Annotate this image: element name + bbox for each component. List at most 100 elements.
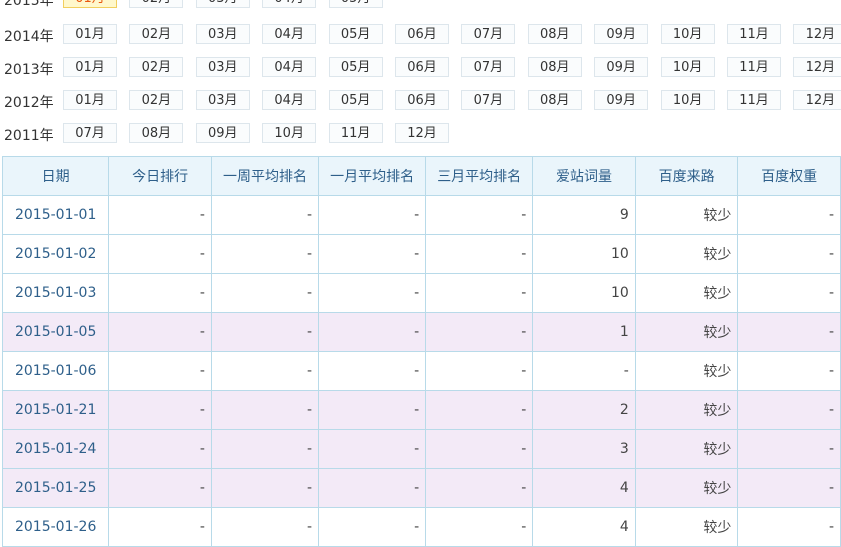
date-link[interactable]: 2015-01-02: [1, 234, 110, 274]
month-link[interactable]: 04月: [262, 57, 317, 77]
month-link[interactable]: 11月: [727, 24, 781, 44]
month-link[interactable]: 06月: [395, 57, 449, 77]
month-link[interactable]: 12月: [793, 90, 841, 110]
month-link[interactable]: 04月: [262, 0, 317, 8]
month-link[interactable]: 08月: [527, 24, 582, 44]
table-cell: -: [108, 351, 212, 391]
month-link[interactable]: 10月: [262, 123, 317, 143]
date-link[interactable]: 2015-01-03: [1, 273, 110, 313]
table-cell: -: [108, 312, 212, 352]
table-cell: -: [318, 351, 427, 391]
table-cell: -: [108, 507, 212, 547]
column-header[interactable]: 爱站词量: [532, 156, 636, 196]
month-link[interactable]: 05月: [328, 57, 383, 77]
table-cell: 较少: [634, 468, 739, 508]
month-link[interactable]: 01月: [63, 0, 117, 8]
month-link[interactable]: 02月: [129, 57, 184, 77]
table-cell: -: [210, 351, 320, 391]
month-link[interactable]: 01月: [63, 57, 117, 77]
date-link[interactable]: 2015-01-24: [1, 429, 110, 469]
month-link[interactable]: 02月: [129, 24, 184, 44]
month-link[interactable]: 05月: [328, 0, 383, 8]
table-cell: 1: [532, 312, 636, 352]
table-cell: 较少: [634, 351, 739, 391]
month-link[interactable]: 12月: [395, 123, 449, 143]
month-link[interactable]: 09月: [594, 57, 649, 77]
date-link[interactable]: 2015-01-21: [1, 390, 110, 430]
column-header[interactable]: 一周平均排名: [210, 156, 320, 196]
month-link[interactable]: 09月: [594, 24, 649, 44]
table-cell: -: [108, 195, 212, 235]
table-cell: 较少: [634, 273, 739, 313]
month-link[interactable]: 12月: [793, 57, 841, 77]
table-cell: -: [108, 468, 212, 508]
month-link[interactable]: 04月: [262, 90, 317, 110]
date-link[interactable]: 2015-01-06: [1, 351, 110, 391]
year-label: 2013年: [4, 62, 54, 78]
month-link[interactable]: 03月: [195, 90, 250, 110]
month-link[interactable]: 03月: [195, 0, 250, 8]
month-link[interactable]: 11月: [727, 90, 781, 110]
month-link[interactable]: 04月: [262, 24, 317, 44]
table-row: 2015-01-21- - - -2 较少 -: [1, 390, 841, 430]
table-cell: -: [318, 390, 427, 430]
month-link[interactable]: 08月: [527, 90, 582, 110]
month-link[interactable]: 09月: [195, 123, 250, 143]
year-label: 2014年: [4, 29, 54, 45]
month-link[interactable]: 07月: [461, 57, 516, 77]
month-link[interactable]: 01月: [63, 24, 117, 44]
table-cell: -: [737, 195, 841, 235]
month-link[interactable]: 06月: [395, 24, 449, 44]
date-link[interactable]: 2015-01-26: [1, 507, 110, 547]
table-cell: 较少: [634, 429, 739, 469]
month-link[interactable]: 06月: [395, 90, 449, 110]
table-cell: -: [318, 468, 427, 508]
table-cell: -: [737, 429, 841, 469]
month-link[interactable]: 07月: [461, 24, 516, 44]
date-link[interactable]: 2015-01-05: [1, 312, 110, 352]
table-cell: 较少: [634, 234, 739, 274]
month-link[interactable]: 03月: [195, 24, 250, 44]
table-cell: 3: [532, 429, 636, 469]
month-link[interactable]: 02月: [129, 0, 184, 8]
table-cell: -: [108, 273, 212, 313]
month-link[interactable]: 11月: [727, 57, 781, 77]
table-cell: -: [425, 195, 534, 235]
month-link[interactable]: 01月: [63, 90, 117, 110]
table-cell: -: [737, 390, 841, 430]
date-link[interactable]: 2015-01-25: [1, 468, 110, 508]
ranking-table: 日期 今日排行 一周平均排名 一月平均排名 三月平均排名 爱站词量 百度来路 百度权重 201…: [1, 156, 841, 547]
table-cell: -: [737, 273, 841, 313]
month-link[interactable]: 12月: [793, 24, 841, 44]
month-link[interactable]: 07月: [461, 90, 516, 110]
year-label: 2012年: [4, 95, 54, 111]
table-row: 2015-01-06- - - - - 较少 -: [1, 351, 841, 391]
month-link[interactable]: 10月: [660, 57, 715, 77]
table-cell: -: [210, 312, 320, 352]
table-cell: -: [210, 468, 320, 508]
month-link[interactable]: 09月: [594, 90, 649, 110]
table-cell: 较少: [634, 195, 739, 235]
table-cell: -: [532, 351, 636, 391]
table-header-row: 日期 今日排行 一周平均排名 一月平均排名 三月平均排名 爱站词量 百度来路 百度权重: [1, 156, 841, 196]
month-link[interactable]: 10月: [660, 90, 715, 110]
year-row: 2011年 07月 08月 09月 10月 11月 12月: [0, 123, 841, 145]
month-link[interactable]: 07月: [63, 123, 117, 143]
month-link[interactable]: 11月: [328, 123, 383, 143]
column-header[interactable]: 百度权重: [737, 156, 841, 196]
column-header[interactable]: 三月平均排名: [425, 156, 534, 196]
month-link[interactable]: 05月: [328, 24, 383, 44]
column-header[interactable]: 日期: [1, 156, 110, 196]
month-link[interactable]: 02月: [129, 90, 184, 110]
month-link[interactable]: 05月: [328, 90, 383, 110]
table-cell: -: [425, 351, 534, 391]
month-link[interactable]: 03月: [195, 57, 250, 77]
date-link[interactable]: 2015-01-01: [1, 195, 110, 235]
month-link[interactable]: 08月: [527, 57, 582, 77]
column-header[interactable]: 今日排行: [108, 156, 212, 196]
month-link[interactable]: 10月: [660, 24, 715, 44]
column-header[interactable]: 百度来路: [634, 156, 739, 196]
month-link[interactable]: 08月: [129, 123, 184, 143]
column-header[interactable]: 一月平均排名: [318, 156, 427, 196]
table-cell: 4: [532, 468, 636, 508]
